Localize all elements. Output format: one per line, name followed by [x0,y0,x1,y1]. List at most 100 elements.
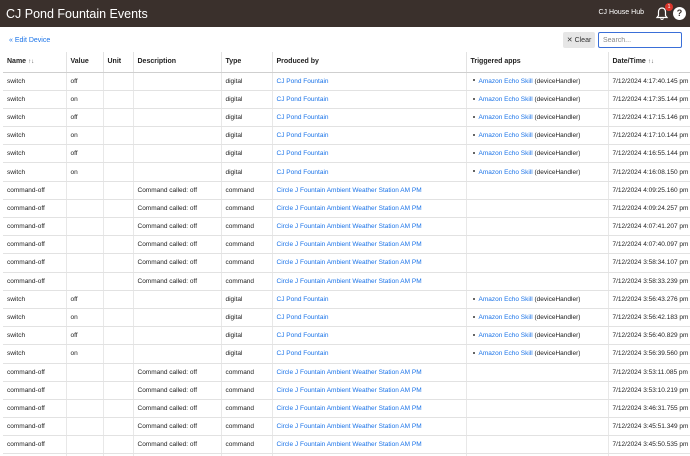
hub-name-link[interactable]: CJ House Hub [598,9,644,16]
cell-value: on [66,308,104,328]
cell-description [133,126,222,146]
cell-description: Command called: off [133,435,222,455]
cell-type: command [221,181,273,200]
cell-unit [103,162,134,182]
triggered-app-link[interactable]: Amazon Echo Skill [479,114,533,121]
triggered-app-link[interactable]: Amazon Echo Skill [479,169,533,176]
triggered-app-link[interactable]: Amazon Echo Skill [479,332,533,339]
cell-produced-by[interactable]: CJ Pond Fountain [272,344,467,364]
triggered-app-link[interactable]: Amazon Echo Skill [479,350,533,357]
cell-type: digital [221,308,273,328]
cell-unit [103,253,134,273]
cell-produced-by[interactable]: CJ Pond Fountain [272,126,467,146]
cell-description: Command called: off [133,181,222,200]
cell-type: digital [221,290,273,309]
cell-datetime: 7/12/2024 3:56:40.829 pm [608,326,690,346]
triggered-app-link[interactable]: Amazon Echo Skill [479,132,533,139]
bullet-icon [472,170,475,173]
cell-produced-by[interactable]: CJ Pond Fountain [272,72,467,91]
cell-triggered-apps [466,363,609,382]
edit-device-link[interactable]: « Edit Device [9,37,50,44]
cell-produced-by[interactable]: Circle J Fountain Ambient Weather Statio… [272,217,467,237]
cell-name: switch [3,126,67,146]
cell-produced-by[interactable]: CJ Pond Fountain [272,108,467,128]
table-row: command-off Command called: off command Cir… [3,435,690,455]
cell-unit [103,72,134,91]
column-header-unit: Unit [103,52,134,73]
triggered-app-link[interactable]: Amazon Echo Skill [479,96,533,103]
cell-produced-by[interactable]: Circle J Fountain Ambient Weather Statio… [272,363,467,382]
cell-datetime: 7/12/2024 3:53:11.085 pm [608,363,690,382]
cell-produced-by[interactable]: Circle J Fountain Ambient Weather Statio… [272,253,467,273]
cell-produced-by[interactable]: CJ Pond Fountain [272,308,467,328]
cell-name: switch [3,90,67,109]
cell-type: command [221,381,273,400]
table-row: switchoffdigitalCJ Pond FountainAmazon E… [3,144,690,164]
search-input[interactable] [598,32,682,48]
cell-produced-by[interactable]: Circle J Fountain Ambient Weather Statio… [272,272,467,291]
cell-unit [103,217,134,237]
cell-triggered-apps: Amazon Echo Skill (deviceHandler) [466,344,609,364]
column-header-value: Value [66,52,104,73]
cell-value: on [66,126,104,146]
cell-value [66,253,104,273]
cell-produced-by[interactable]: CJ Pond Fountain [272,162,467,182]
cell-produced-by[interactable]: CJ Pond Fountain [272,290,467,309]
cell-unit [103,235,134,255]
cell-type: command [221,217,273,237]
triggered-app-link[interactable]: Amazon Echo Skill [479,296,533,303]
cell-datetime: 7/12/2024 4:17:35.144 pm [608,90,690,109]
cell-unit [103,199,134,219]
table-row: command-off Command called: off command Cir… [3,381,690,400]
cell-triggered-apps [466,181,609,200]
cell-description: Command called: off [133,235,222,255]
cell-datetime: 7/12/2024 3:58:33.239 pm [608,272,690,291]
column-header-name[interactable]: Name ↑↓ [3,52,67,73]
triggered-app-link[interactable]: Amazon Echo Skill [479,314,533,321]
cell-name: switch [3,72,67,91]
triggered-app-link[interactable]: Amazon Echo Skill [479,150,533,157]
help-icon[interactable]: ? [673,7,686,20]
bullet-icon [472,297,475,300]
table-row: command-off Command called: off command Cir… [3,272,690,291]
cell-triggered-apps [466,235,609,255]
app-handler: (deviceHandler) [534,168,581,176]
table-row: command-off Command called: off command Cir… [3,253,690,273]
app-handler: (deviceHandler) [534,132,581,140]
cell-description: Command called: off [133,417,222,437]
cell-type: command [221,399,273,419]
cell-name: switch [3,326,67,346]
cell-description [133,162,222,182]
cell-produced-by[interactable]: Circle J Fountain Ambient Weather Statio… [272,199,467,219]
cell-name: command-off [3,181,67,200]
cell-name: switch [3,308,67,328]
cell-produced-by[interactable]: CJ Pond Fountain [272,144,467,164]
sort-icon[interactable]: ↑↓ [648,59,654,65]
triggered-app-link[interactable]: Amazon Echo Skill [479,78,533,85]
cell-produced-by[interactable]: Circle J Fountain Ambient Weather Statio… [272,235,467,255]
cell-value [66,272,104,291]
cell-value [66,417,104,437]
cell-produced-by[interactable]: CJ Pond Fountain [272,326,467,346]
table-row: command-off Command called: off command Cir… [3,181,690,200]
cell-produced-by[interactable]: Circle J Fountain Ambient Weather Statio… [272,399,467,419]
app-handler: (deviceHandler) [534,77,581,85]
cell-produced-by[interactable]: CJ Pond Fountain [272,90,467,109]
cell-produced-by[interactable]: Circle J Fountain Ambient Weather Statio… [272,381,467,400]
cell-type: digital [221,326,273,346]
cell-produced-by[interactable]: Circle J Fountain Ambient Weather Statio… [272,181,467,200]
cell-name: command-off [3,399,67,419]
cell-description: Command called: off [133,399,222,419]
sort-icon[interactable]: ↑↓ [28,59,34,65]
cell-type: digital [221,344,273,364]
cell-description [133,108,222,128]
cell-name: command-off [3,217,67,237]
cell-value [66,199,104,219]
cell-produced-by[interactable]: Circle J Fountain Ambient Weather Statio… [272,417,467,437]
column-header-datetime[interactable]: Date/Time ↑↓ [608,52,690,73]
clear-button[interactable]: ✕ Clear [563,32,595,48]
cell-produced-by[interactable]: Circle J Fountain Ambient Weather Statio… [272,435,467,455]
cell-name: command-off [3,381,67,400]
events-table-container[interactable]: Name ↑↓ Value Unit Description Type Produ… [3,52,690,456]
cell-description: Command called: off [133,381,222,400]
